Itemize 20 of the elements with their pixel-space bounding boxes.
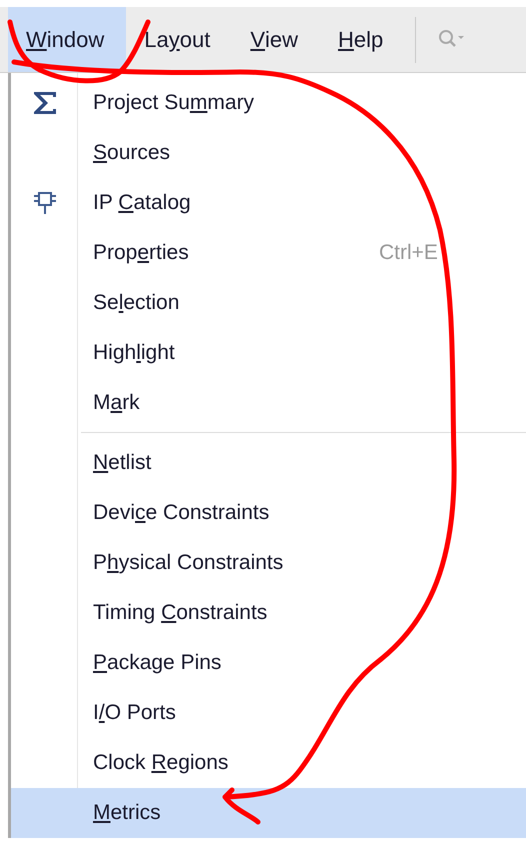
menu-item[interactable]: Package Pins [11,638,526,688]
menu-item[interactable]: Project Summary [11,78,526,128]
menu-title[interactable]: Help [320,7,406,72]
menu-item[interactable]: Timing Constraints [11,588,526,638]
menu-item[interactable]: Metrics [11,788,526,838]
menu-item[interactable]: Highlight [11,328,526,378]
menu-title[interactable]: View [232,7,320,72]
menu-item[interactable]: Device Constraints [11,488,526,538]
menu-item[interactable]: I/O Ports [11,688,526,738]
menu-item[interactable]: Netlist [11,438,526,488]
menu-title[interactable]: Layout [126,7,232,72]
menu-item[interactable]: Mark [11,378,526,428]
menu-item[interactable]: Selection [11,278,526,328]
shortcut-text: Ctrl+E [379,241,438,265]
menu-item[interactable]: Clock Regions [11,738,526,788]
menu-item[interactable]: IP Catalog [11,178,526,228]
chip-icon [32,190,58,216]
menu-item[interactable]: Physical Constraints [11,538,526,588]
menu-item[interactable]: Sources [11,128,526,178]
menu-item[interactable]: Properties Ctrl+E [11,228,526,278]
